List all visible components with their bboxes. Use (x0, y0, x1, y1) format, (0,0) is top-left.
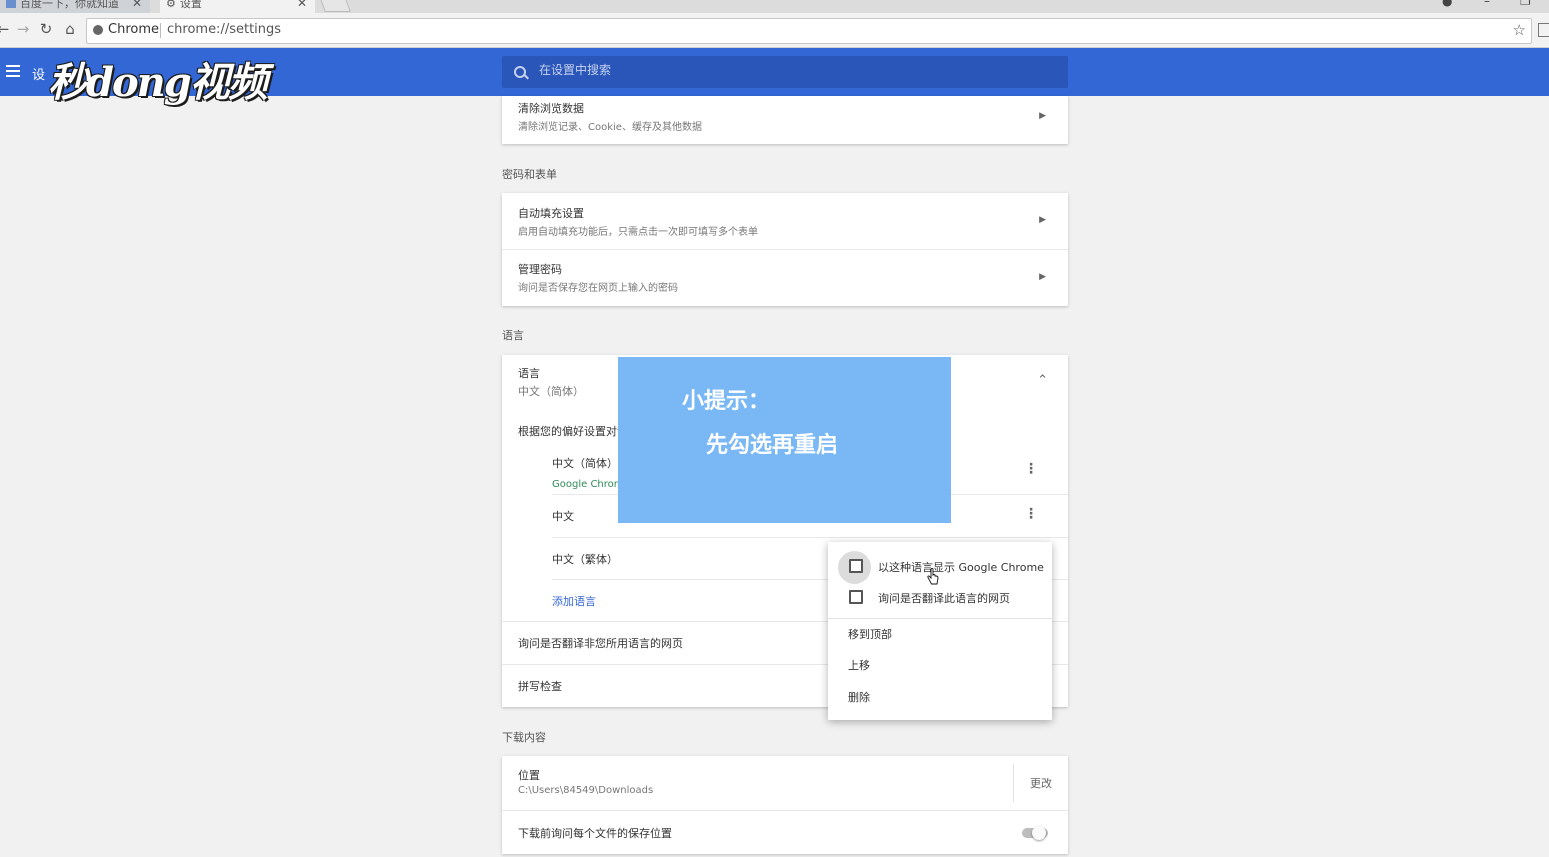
search-icon (514, 66, 526, 78)
new-tab-button[interactable] (319, 0, 351, 12)
autofill-row[interactable]: 自动填充设置 启用自动填充功能后，只需点击一次即可填写多个表单 ▶ (502, 193, 1068, 249)
profile-icon[interactable]: ● (1442, 0, 1452, 8)
current-language: 中文（简体） (518, 385, 584, 398)
row-title: 下载前询问每个文件的保存位置 (518, 827, 672, 840)
display-language-option[interactable]: 以这种语言显示 Google Chrome (828, 552, 1052, 580)
chevron-right-icon: ▶ (1039, 272, 1046, 282)
section-label-languages: 语言 (502, 329, 524, 342)
more-vert-icon[interactable]: ⋮ (1024, 506, 1038, 522)
site-chip: Chrome (108, 22, 159, 37)
download-path: C:\Users\84549\Downloads (518, 785, 654, 796)
url-text[interactable]: chrome://settings (167, 22, 281, 37)
language-name: 中文 (552, 510, 574, 523)
row-title: 询问是否翻译非您所用语言的网页 (518, 637, 683, 650)
row-subtitle: 清除浏览记录、Cookie、缓存及其他数据 (518, 122, 702, 133)
tab-title: 设置 (179, 0, 202, 10)
close-icon[interactable]: ✕ (297, 0, 307, 13)
language-options-menu: 以这种语言显示 Google Chrome 询问是否翻译此语言的网页 移到顶部 … (828, 542, 1052, 720)
tip-title: 小提示： (682, 389, 771, 414)
section-label-passwords: 密码和表单 (502, 168, 557, 181)
option-label: 以这种语言显示 Google Chrome (878, 561, 1044, 574)
omnibox-divider (160, 23, 161, 38)
vertical-divider (1013, 764, 1014, 802)
row-title: 语言 (518, 367, 540, 380)
address-bar[interactable]: Chrome chrome://settings ☆ (86, 18, 1532, 44)
language-name: 中文（繁体） (552, 553, 618, 566)
option-label: 询问是否翻译此语言的网页 (878, 592, 1010, 605)
translate-language-option[interactable]: 询问是否翻译此语言的网页 (828, 583, 1052, 611)
hamburger-menu-icon[interactable] (6, 65, 20, 77)
add-language-link[interactable]: 添加语言 (552, 593, 596, 609)
row-subtitle: 启用自动填充功能后，只需点击一次即可填写多个表单 (518, 227, 758, 238)
watermark-logo: 秒dong视频 (48, 59, 268, 106)
row-title: 自动填充设置 (518, 207, 584, 220)
back-icon[interactable]: ← (0, 20, 12, 38)
privacy-card: 清除浏览数据 清除浏览记录、Cookie、缓存及其他数据 ▶ (502, 96, 1068, 144)
close-icon[interactable]: ✕ (132, 0, 142, 13)
move-to-top-item[interactable]: 移到顶部 (848, 626, 892, 642)
row-title: 位置 (518, 769, 540, 782)
gear-icon: ⚙ (166, 0, 176, 10)
extension-icon[interactable] (1538, 23, 1549, 37)
baidu-favicon-icon (6, 0, 16, 8)
home-icon[interactable]: ⌂ (61, 20, 79, 38)
tab-title: 百度一下，你就知道 (20, 0, 119, 10)
minimize-icon[interactable]: – (1484, 0, 1490, 8)
browser-toolbar: ← → ↻ ⌂ Chrome chrome://settings ☆ (0, 13, 1549, 48)
ask-location-row: 下载前询问每个文件的保存位置 (502, 811, 1068, 854)
passwords-card: 自动填充设置 启用自动填充功能后，只需点击一次即可填写多个表单 ▶ 管理密码 询… (502, 193, 1068, 306)
chevron-right-icon: ▶ (1039, 111, 1046, 121)
reload-icon[interactable]: ↻ (37, 20, 55, 38)
search-input[interactable] (539, 63, 1039, 77)
forward-icon[interactable]: → (14, 20, 32, 38)
ask-location-toggle[interactable] (1022, 826, 1048, 840)
row-title: 清除浏览数据 (518, 102, 584, 115)
row-subtitle: 询问是否保存您在网页上输入的密码 (518, 283, 678, 294)
download-location-row: 位置 C:\Users\84549\Downloads 更改 (502, 756, 1068, 810)
chevron-up-icon[interactable]: ⌃ (1037, 373, 1048, 388)
manage-passwords-row[interactable]: 管理密码 询问是否保存您在网页上输入的密码 ▶ (502, 250, 1068, 306)
section-label-downloads: 下载内容 (502, 731, 546, 744)
downloads-card: 位置 C:\Users\84549\Downloads 更改 下载前询问每个文件… (502, 756, 1068, 854)
change-location-button[interactable]: 更改 (1030, 775, 1052, 791)
clear-browsing-data-row[interactable]: 清除浏览数据 清除浏览记录、Cookie、缓存及其他数据 ▶ (502, 96, 1068, 144)
checkbox[interactable] (849, 559, 863, 573)
language-name: 中文（简体） (552, 457, 618, 470)
more-vert-icon[interactable]: ⋮ (1024, 461, 1038, 477)
settings-search[interactable] (502, 56, 1068, 88)
hand-cursor-icon (927, 568, 939, 585)
restore-icon[interactable]: ❐ (1520, 0, 1531, 8)
checkbox[interactable] (849, 590, 863, 604)
site-info-icon[interactable] (93, 25, 103, 35)
page-title: 设 (32, 68, 46, 83)
divider (828, 618, 1052, 619)
row-title: 拼写检查 (518, 680, 562, 693)
move-up-item[interactable]: 上移 (848, 657, 870, 673)
tab-settings[interactable]: ⚙ 设置 ✕ (160, 0, 315, 13)
tip-overlay: 小提示： 先勾选再重启 (618, 357, 951, 523)
bookmark-star-icon[interactable]: ☆ (1513, 21, 1526, 39)
remove-item[interactable]: 删除 (848, 689, 870, 705)
tip-body: 先勾选再重启 (706, 433, 839, 458)
row-title: 管理密码 (518, 263, 562, 276)
tab-strip: 百度一下，你就知道 ✕ ⚙ 设置 ✕ ● – ❐ (0, 0, 1549, 13)
tab-baidu[interactable]: 百度一下，你就知道 ✕ (0, 0, 150, 13)
chevron-right-icon: ▶ (1039, 215, 1046, 225)
